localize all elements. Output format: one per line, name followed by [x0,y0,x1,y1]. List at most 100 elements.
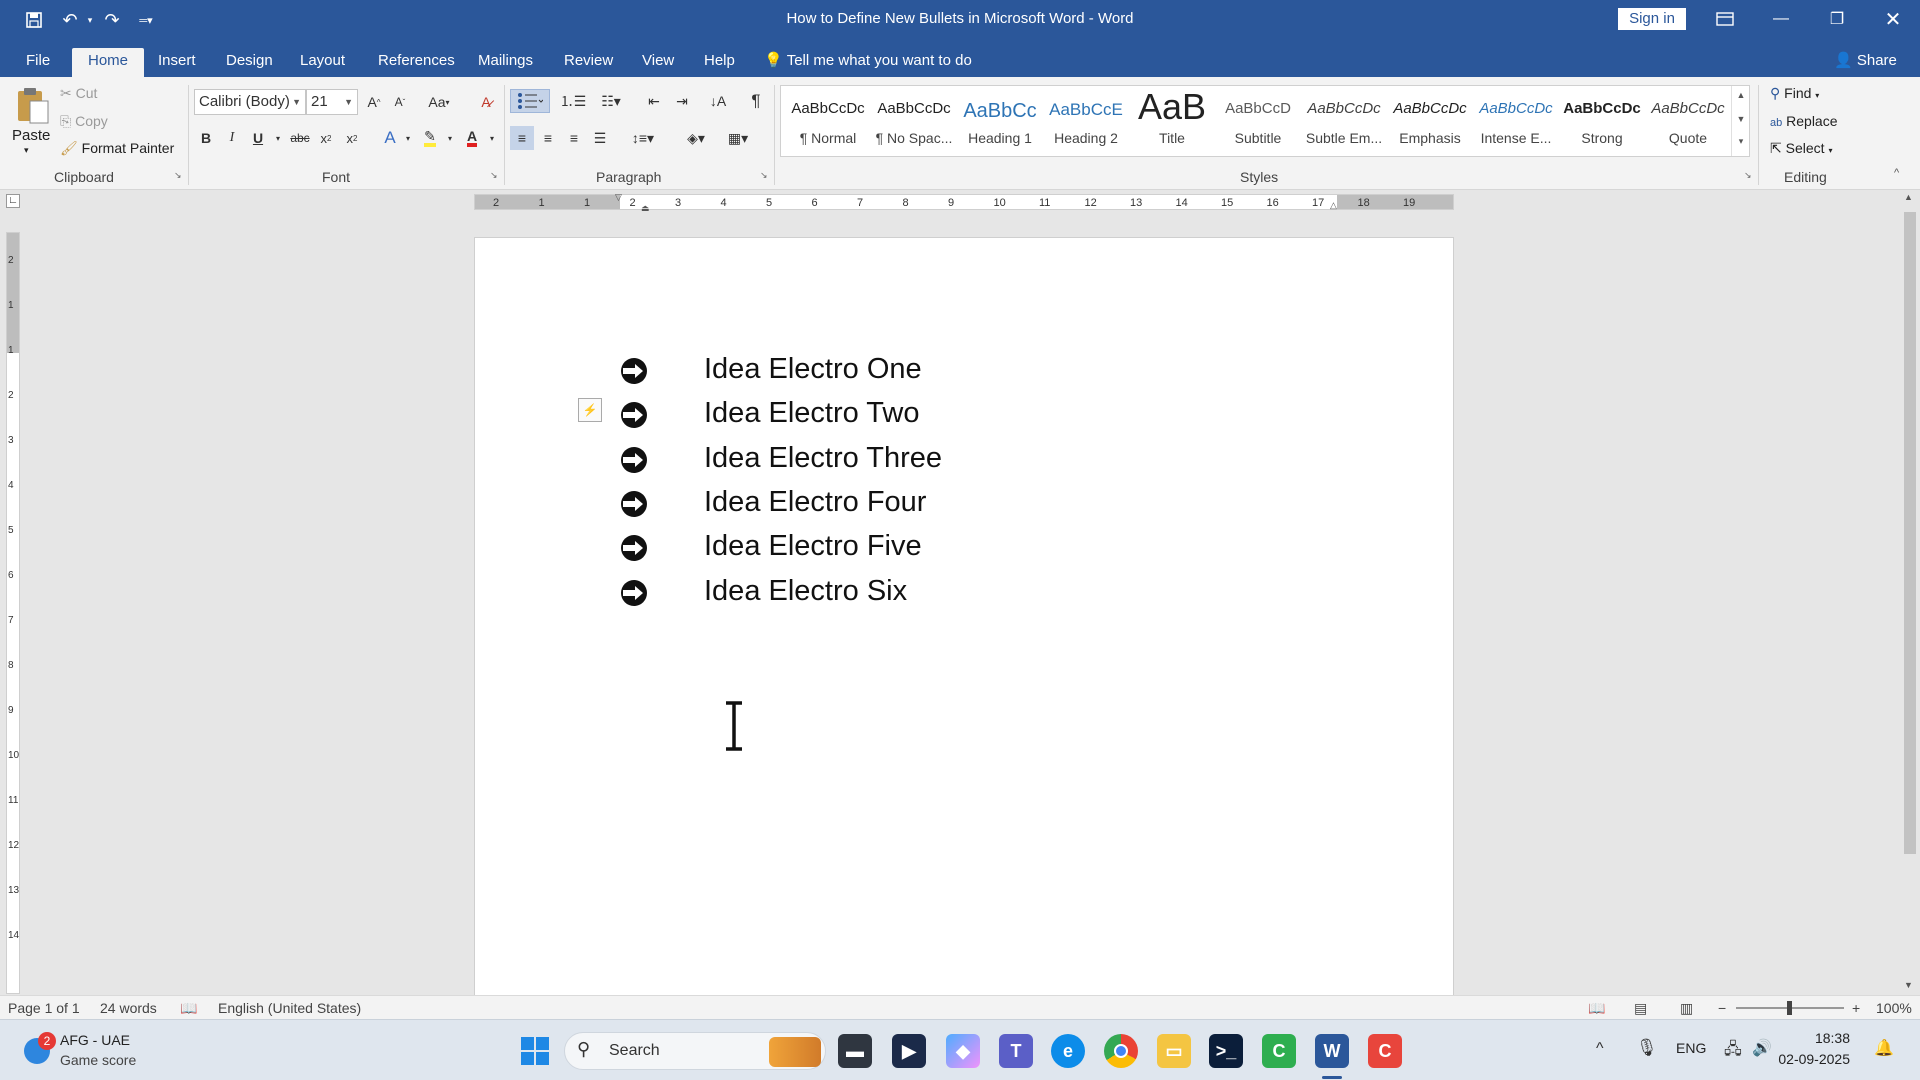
taskbar-search[interactable]: ⚲ Search [564,1032,826,1070]
subscript-icon[interactable]: x2 [314,126,338,150]
terminal-icon[interactable]: >_ [1209,1034,1243,1068]
read-mode-icon[interactable]: 📖 [1588,1000,1605,1017]
sign-in-button[interactable]: Sign in [1618,8,1686,30]
zoom-in-icon[interactable]: + [1852,1000,1860,1016]
multilevel-list-icon[interactable]: ☷▾ [594,89,628,113]
gallery-more-icon[interactable]: ▾ [1732,136,1750,147]
hanging-indent-marker[interactable]: ⏏ [641,203,650,214]
network-icon[interactable]: 🖧 [1724,1038,1742,1065]
paragraph-launcher-icon[interactable]: ↘ [760,170,768,181]
scroll-down-icon[interactable]: ▼ [1904,980,1913,990]
windows-start-icon[interactable] [520,1036,550,1066]
style-item[interactable]: AaB Title [1129,86,1215,156]
word-taskbar-icon[interactable]: W [1315,1034,1349,1068]
zoom-level[interactable]: 100% [1876,1000,1912,1016]
paste-button[interactable]: Paste [12,127,50,144]
tell-me-search[interactable]: 💡 Tell me what you want to do [764,48,972,73]
notifications-icon[interactable]: 🔔 [1874,1038,1894,1058]
underline-dropdown-icon[interactable]: ▾ [266,126,290,150]
close-icon[interactable]: ✕ [1866,0,1920,38]
align-right-icon[interactable]: ≡ [562,126,586,150]
chevron-up-icon[interactable]: ^ [1596,1040,1604,1058]
page-count[interactable]: Page 1 of 1 [8,1000,80,1016]
print-layout-icon[interactable]: ▤ [1634,1000,1647,1017]
gallery-scroll[interactable]: ▲ ▼ ▾ [1731,86,1749,156]
scroll-thumb[interactable] [1904,212,1916,854]
language-indicator[interactable]: ENG [1676,1040,1706,1056]
tab-references[interactable]: References [372,48,461,77]
font-name-dropdown[interactable]: Calibri (Body) ▼ [194,89,306,115]
copilot-icon[interactable]: ◆ [946,1034,980,1068]
camtasia-icon[interactable]: C [1262,1034,1296,1068]
style-item[interactable]: AaBbCcDc Strong [1559,86,1645,156]
superscript-icon[interactable]: x2 [340,126,364,150]
tab-selector-icon[interactable]: ∟ [6,194,20,208]
microphone-icon[interactable]: 🎙 [1636,1038,1658,1058]
right-indent-marker[interactable]: △ [1330,200,1337,211]
style-item[interactable]: AaBbCcDc Intense E... [1473,86,1559,156]
chevron-up-icon[interactable]: ▲ [1732,90,1750,100]
zoom-out-icon[interactable]: − [1718,1000,1726,1016]
select-button[interactable]: ⇱ Select ▾ [1770,140,1832,157]
justify-icon[interactable]: ☰ [588,126,612,150]
redo-icon[interactable]: ↷ [98,8,126,32]
borders-icon[interactable]: ▦▾ [720,126,756,150]
ribbon-display-options-icon[interactable] [1698,0,1752,38]
decrease-indent-icon[interactable]: ⇤ [642,89,666,113]
minimize-icon[interactable]: — [1754,0,1808,38]
find-button[interactable]: ⚲ Find ▾ [1770,85,1819,102]
first-line-indent-marker[interactable]: ▽ [615,192,622,203]
font-size-dropdown[interactable]: 21 ▼ [306,89,358,115]
restore-icon[interactable]: ❐ [1810,0,1864,38]
task-view-icon[interactable]: ▬ [838,1034,872,1068]
zoom-slider[interactable] [1736,1001,1844,1015]
bold-icon[interactable]: B [194,126,218,150]
grow-font-icon[interactable]: A ^ [362,90,386,114]
style-item[interactable]: AaBbCcDc Quote [1645,86,1731,156]
style-item[interactable]: AaBbCcDc ¶ No Spac... [871,86,957,156]
style-item[interactable]: AaBbCc Heading 1 [957,86,1043,156]
tab-home[interactable]: Home [72,48,144,77]
file-explorer-icon[interactable]: ▭ [1157,1034,1191,1068]
clear-formatting-icon[interactable]: A̷ [474,90,498,114]
increase-indent-icon[interactable]: ⇥ [670,89,694,113]
align-left-icon[interactable]: ≡ [510,126,534,150]
tab-view[interactable]: View [636,48,680,77]
replace-button[interactable]: ab Replace [1770,113,1838,129]
proofing-icon[interactable]: 📖 [180,1000,197,1017]
style-item[interactable]: AaBbCcE Heading 2 [1043,86,1129,156]
sort-icon[interactable]: ↓A [706,89,730,113]
weather-widget[interactable]: 2 [18,1032,58,1068]
text-effects-dropdown-icon[interactable]: ▾ [396,126,420,150]
line-spacing-icon[interactable]: ↕≡▾ [626,126,660,150]
font-color-dropdown-icon[interactable]: ▾ [480,126,504,150]
zoom-slider-thumb[interactable] [1787,1001,1792,1015]
tab-insert[interactable]: Insert [152,48,202,77]
shrink-font-icon[interactable]: Aˇ [388,90,412,114]
show-formatting-marks-icon[interactable]: ¶ [744,89,768,113]
highlight-dropdown-icon[interactable]: ▾ [438,126,462,150]
autocorrect-options-icon[interactable]: ⚡ [578,398,602,422]
screen-recorder-icon[interactable]: ▶ [892,1034,926,1068]
change-case-button[interactable]: Aa ▾ [422,90,456,114]
vertical-scrollbar[interactable]: ▲ ▼ [1900,190,1920,995]
vertical-ruler[interactable]: 2 1 1 2 3 4 5 6 7 8 9 10 11 12 13 14 [6,232,20,994]
word-count[interactable]: 24 words [100,1000,157,1016]
tab-review[interactable]: Review [558,48,619,77]
font-launcher-icon[interactable]: ↘ [490,170,498,181]
styles-launcher-icon[interactable]: ↘ [1744,170,1752,181]
shading-icon[interactable]: ◈▾ [678,126,714,150]
tab-mailings[interactable]: Mailings [472,48,539,77]
tab-file[interactable]: File [20,48,56,77]
save-icon[interactable] [20,8,48,32]
style-item[interactable]: AaBbCcDc Emphasis [1387,86,1473,156]
style-item[interactable]: AaBbCcD Subtitle [1215,86,1301,156]
share-button[interactable]: 👤 Share [1834,48,1897,73]
scroll-up-icon[interactable]: ▲ [1904,192,1913,202]
collapse-ribbon-icon[interactable]: ^ [1894,167,1899,179]
language-status[interactable]: English (United States) [218,1000,361,1016]
web-layout-icon[interactable]: ▥ [1680,1000,1693,1017]
horizontal-ruler[interactable]: 2 1 1 2 3 4 5 6 7 8 9 10 11 12 13 14 15 16 17 18 19 ▽ ⏏ △ [474,192,1454,213]
recorder-app-icon[interactable]: C [1368,1034,1402,1068]
style-item[interactable]: AaBbCcDc ¶ Normal [785,86,871,156]
